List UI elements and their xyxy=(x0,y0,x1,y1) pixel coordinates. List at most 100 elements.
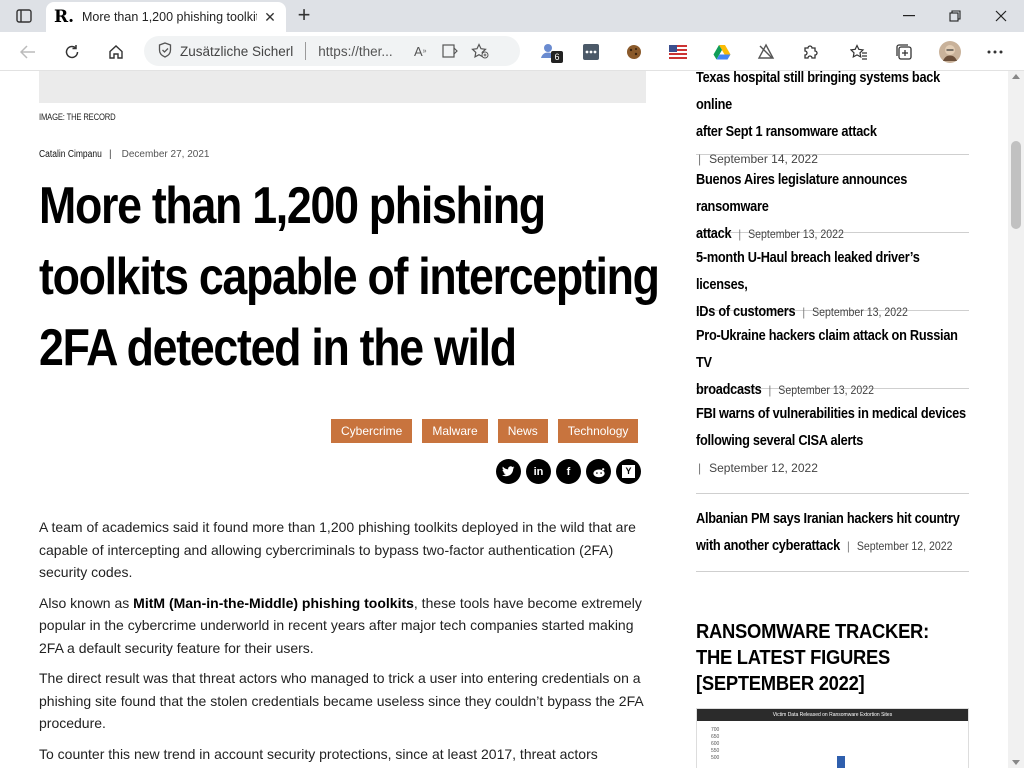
sidebar-article[interactable]: Albanian PM says Iranian hackers hit cou… xyxy=(696,506,969,572)
title-text[interactable]: with another cyberattack xyxy=(696,538,840,554)
title-line[interactable]: IDs of customers | September 13, 2022 xyxy=(696,299,969,326)
minimize-button[interactable] xyxy=(886,0,932,32)
article-headline: More than 1,200 phishing toolkits capabl… xyxy=(39,171,660,384)
google-drive-icon[interactable] xyxy=(708,38,736,66)
axis-label: 700 xyxy=(711,727,720,733)
extension-badge: 6 xyxy=(551,51,563,63)
title-line[interactable]: following several CISA alerts xyxy=(696,428,969,455)
title-line[interactable]: Buenos Aires legislature announces ranso… xyxy=(696,167,969,221)
facebook-icon[interactable]: f xyxy=(556,459,581,484)
refresh-icon[interactable] xyxy=(58,38,86,66)
read-aloud-icon[interactable]: A» xyxy=(408,39,432,63)
extension-account-icon[interactable]: 6 xyxy=(536,38,564,66)
extension-dots-icon[interactable] xyxy=(577,38,605,66)
address-bar[interactable]: Zusätzliche Sicherl https://ther... A» xyxy=(144,36,520,66)
scroll-down-arrow-icon[interactable] xyxy=(1012,760,1020,765)
title-line[interactable]: broadcasts | September 13, 2022 xyxy=(696,377,969,404)
ransomware-tracker-heading[interactable]: RANSOMWARE TRACKER: THE LATEST FIGURES [… xyxy=(696,619,968,697)
sidebar-article[interactable]: Buenos Aires legislature announces ranso… xyxy=(696,167,969,242)
sidebar-article-date: | September 12, 2022 xyxy=(698,461,818,475)
sidebar-article-title[interactable]: FBI warns of vulnerabilities in medical … xyxy=(696,401,969,455)
tag-cybercrime[interactable]: Cybercrime xyxy=(331,419,413,443)
date-text: September 13, 2022 xyxy=(748,227,844,241)
article-hero-image xyxy=(39,71,646,103)
active-tab[interactable]: R. More than 1,200 phishing toolkit ✕ xyxy=(46,2,286,32)
title-text[interactable]: broadcasts xyxy=(696,382,762,398)
mitm-toolkits-link[interactable]: MitM (Man-in-the-Middle) phishing toolki… xyxy=(133,595,414,611)
sidebar-article-title[interactable]: Texas hospital still bringing systems ba… xyxy=(696,71,969,146)
restore-button[interactable] xyxy=(932,0,978,32)
article-body: A team of academics said it found more t… xyxy=(39,516,649,768)
back-icon[interactable] xyxy=(14,38,42,66)
reddit-icon[interactable] xyxy=(586,459,611,484)
title-line[interactable]: with another cyberattack | September 12, 2… xyxy=(696,533,969,560)
profile-avatar[interactable] xyxy=(936,38,964,66)
article-paragraph: The direct result was that threat actors… xyxy=(39,670,643,731)
date-text: September 14, 2022 xyxy=(709,152,818,166)
linkedin-icon[interactable]: in xyxy=(526,459,551,484)
headline-line: More than 1,200 phishing xyxy=(39,177,546,235)
tag-news[interactable]: News xyxy=(497,419,548,443)
sidebar-article-date: | September 13, 2022 xyxy=(738,227,844,241)
sidebar-article[interactable]: 5-month U-Haul breach leaked driver’s li… xyxy=(696,245,969,320)
collections-icon[interactable] xyxy=(890,38,918,66)
title-text[interactable]: attack xyxy=(696,226,732,242)
settings-more-icon[interactable] xyxy=(981,38,1009,66)
title-line[interactable]: 5-month U-Haul breach leaked driver’s li… xyxy=(696,245,969,299)
twitter-icon[interactable] xyxy=(496,459,521,484)
article-paragraph: A team of academics said it found more t… xyxy=(39,519,636,580)
vertical-scrollbar[interactable] xyxy=(1008,71,1024,768)
tab-close-icon[interactable]: ✕ xyxy=(262,9,278,25)
tracker-axis-labels: 700 650 600 550 500 xyxy=(711,727,719,762)
axis-label: 500 xyxy=(711,755,720,761)
close-window-button[interactable] xyxy=(978,0,1024,32)
sidebar-article[interactable]: Pro-Ukraine hackers claim attack on Russ… xyxy=(696,323,969,398)
article-tags: Cybercrime Malware News Technology xyxy=(331,419,639,443)
home-icon[interactable] xyxy=(102,38,130,66)
ransomware-tracker-image[interactable]: Victim Data Released on Ransomware Extor… xyxy=(696,708,969,768)
tab-actions-icon[interactable] xyxy=(8,4,40,28)
sidebar-article[interactable]: Texas hospital still bringing systems ba… xyxy=(696,71,969,166)
date-text: September 12, 2022 xyxy=(856,539,953,553)
title-line[interactable]: Texas hospital still bringing systems ba… xyxy=(696,71,969,119)
title-line[interactable]: Pro-Ukraine hackers claim attack on Russ… xyxy=(696,323,969,377)
axis-label: 600 xyxy=(711,741,720,747)
shield-icon[interactable] xyxy=(158,41,172,61)
tag-malware[interactable]: Malware xyxy=(422,419,488,443)
headline-line: 2FA detected in the wild xyxy=(39,319,517,377)
immersive-reader-icon[interactable] xyxy=(438,39,462,63)
title-line[interactable]: Albanian PM says Iranian hackers hit cou… xyxy=(696,506,969,533)
article-date: December 27, 2021 xyxy=(121,149,210,160)
tab-title: More than 1,200 phishing toolkit xyxy=(82,10,257,24)
add-favorite-icon[interactable] xyxy=(468,39,492,63)
date-text: September 12, 2022 xyxy=(709,461,818,475)
sidebar-article[interactable]: FBI warns of vulnerabilities in medical … xyxy=(696,401,969,494)
sidebar-article-date: | September 14, 2022 xyxy=(698,152,818,166)
tag-technology[interactable]: Technology xyxy=(557,419,639,443)
tracker-bar xyxy=(837,756,845,768)
extensions-puzzle-icon[interactable] xyxy=(797,38,825,66)
sidebar-article-title[interactable]: Albanian PM says Iranian hackers hit cou… xyxy=(696,506,969,560)
date-text: September 13, 2022 xyxy=(778,383,874,397)
url-text[interactable]: https://ther... xyxy=(318,44,402,59)
scroll-up-arrow-icon[interactable] xyxy=(1012,74,1020,79)
author-link[interactable]: Catalin Cimpanu xyxy=(39,149,102,160)
sidebar-article-title[interactable]: Buenos Aires legislature announces ranso… xyxy=(696,167,969,248)
sidebar-article-title[interactable]: 5-month U-Haul breach leaked driver’s li… xyxy=(696,245,969,326)
scroll-thumb[interactable] xyxy=(1011,141,1021,229)
sidebar-article-title[interactable]: Pro-Ukraine hackers claim attack on Russ… xyxy=(696,323,969,404)
flag-extension-icon[interactable] xyxy=(664,38,692,66)
security-label[interactable]: Zusätzliche Sicherl xyxy=(180,44,293,59)
share-buttons: in f Y xyxy=(496,459,641,484)
new-tab-button[interactable]: + xyxy=(292,4,316,28)
title-line[interactable]: after Sept 1 ransomware attack xyxy=(696,119,969,146)
hackernews-icon[interactable]: Y xyxy=(616,459,641,484)
cookie-extension-icon[interactable] xyxy=(620,38,648,66)
favorites-icon[interactable] xyxy=(845,38,873,66)
web-page: IMAGE: THE RECORD Catalin Cimpanu | Dece… xyxy=(0,71,1008,768)
tracker-block-extension-icon[interactable] xyxy=(752,38,780,66)
title-line[interactable]: FBI warns of vulnerabilities in medical … xyxy=(696,401,969,428)
title-text[interactable]: IDs of customers xyxy=(696,304,796,320)
title-line[interactable]: attack | September 13, 2022 xyxy=(696,221,969,248)
article-paragraph: To counter this new trend in account sec… xyxy=(39,745,598,762)
